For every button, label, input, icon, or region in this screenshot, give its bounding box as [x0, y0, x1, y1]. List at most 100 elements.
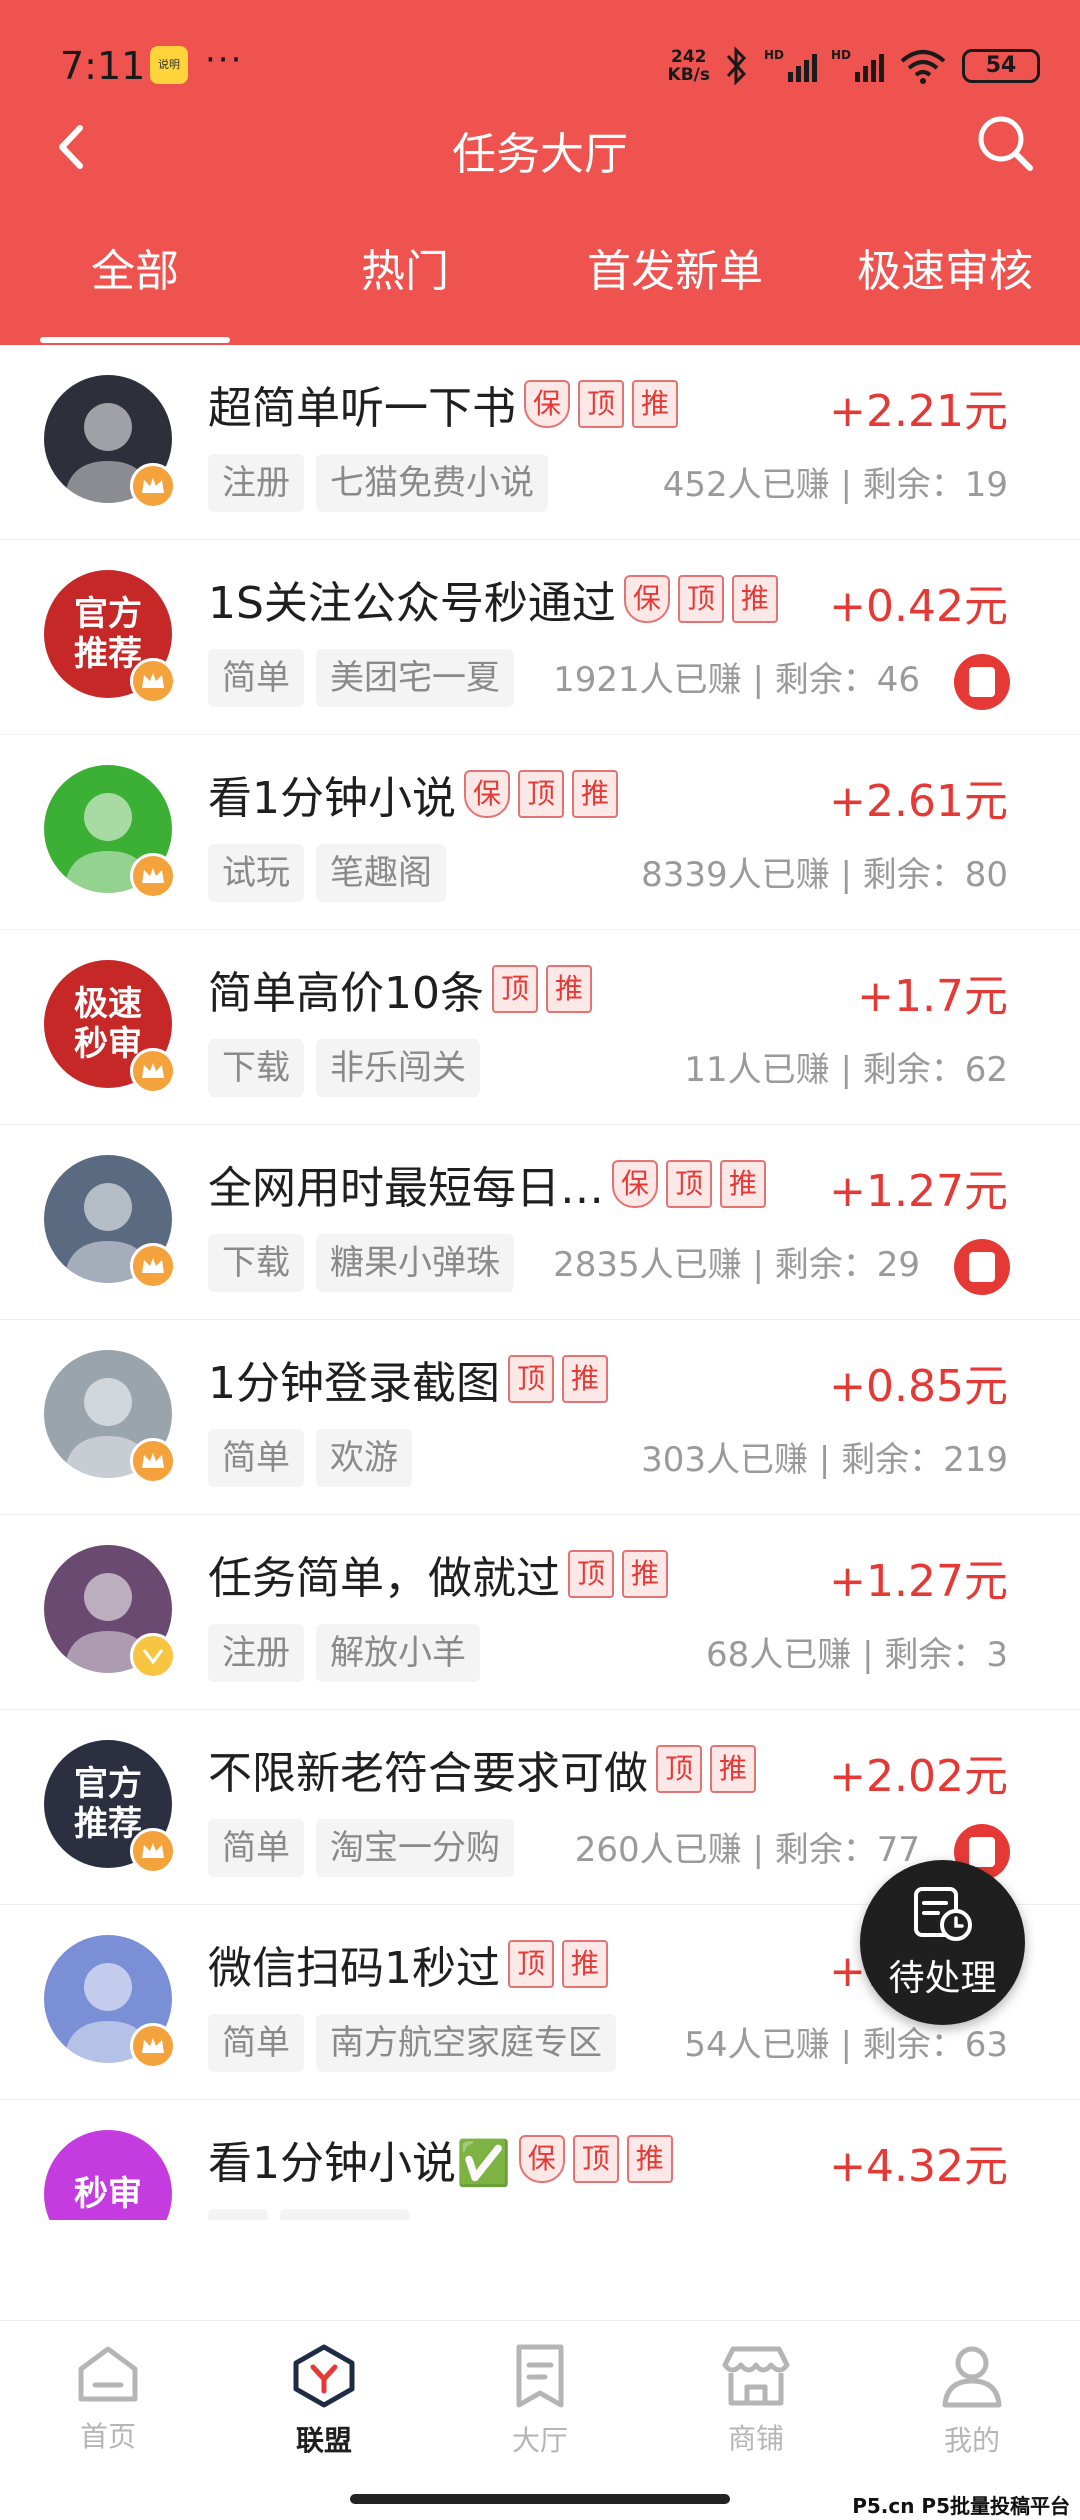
task-title: 不限新老符合要求可做 [208, 1748, 648, 1799]
task-tags [208, 2208, 422, 2220]
top-badge: 顶 [492, 965, 538, 1013]
recommend-badge: 推 [731, 575, 778, 623]
header: 7:11 说明 ··· 242 KB/s HD HD 54 任务大厅 全部 热门… [0, 0, 1080, 345]
avatar-text: 官方 推荐 [74, 594, 142, 674]
task-title-row: 看1分钟小说保顶推 [208, 763, 618, 825]
task-tags: 简单 欢游 [208, 1428, 424, 1488]
task-title: 超简单听一下书 [208, 383, 516, 434]
avatar: 秒审 [44, 2130, 172, 2220]
page-title: 任务大厅 [452, 129, 628, 180]
task-title-row: 1分钟登录截图顶推 [208, 1348, 608, 1410]
category-tabs: 全部 热门 首发新单 极速审核 [0, 225, 1080, 345]
network-speed: 242 KB/s [667, 47, 710, 85]
crown-icon [130, 658, 176, 704]
top-badge: 顶 [508, 1940, 554, 1988]
nav-home[interactable]: 首页 [0, 2321, 216, 2520]
task-item[interactable]: 极速 秒审 简单高价10条顶推 +1.7元 下载 非乐闯关 11人已赚 | 剩余：62 [0, 930, 1080, 1125]
task-tags: 简单 南方航空家庭专区 [208, 2013, 628, 2073]
red-packet-icon [954, 654, 1010, 710]
task-reward: +1.27元 [829, 1166, 1008, 1217]
task-reward: +1.27元 [829, 1556, 1008, 1607]
task-reward: +1.7元 [857, 971, 1008, 1022]
crown-icon [130, 853, 176, 899]
avatar-text: 官方 推荐 [74, 1764, 142, 1844]
task-stats: 1921人已赚 | 剩余：46 [553, 660, 920, 700]
top-badge: 顶 [518, 770, 564, 818]
recommend-badge: 推 [632, 380, 678, 428]
top-badge: 顶 [666, 1160, 712, 1208]
task-title: 1分钟登录截图 [208, 1358, 500, 1409]
top-badge: 顶 [572, 2135, 619, 2183]
crown-icon [130, 1048, 176, 1094]
nav-hall-label: 大厅 [511, 2424, 568, 2457]
task-tags: 试玩 笔趣阁 [208, 843, 458, 903]
task-tag: 美团宅一夏 [316, 649, 514, 707]
task-title: 看1分钟小说 [208, 773, 456, 824]
task-item[interactable]: 1分钟登录截图顶推 +0.85元 简单 欢游 303人已赚 | 剩余：219 [0, 1320, 1080, 1515]
crown-icon [130, 1828, 176, 1874]
pending-label: 待处理 [888, 1957, 997, 1999]
task-tags: 简单 美团宅一夏 [208, 648, 526, 708]
recommend-badge: 推 [562, 1355, 608, 1403]
task-item[interactable]: 秒审 看1分钟小说✅ 保顶推 +4.32元 [0, 2100, 1080, 2220]
task-title-row: 超简单听一下书保顶推 [208, 373, 678, 435]
top-badge: 顶 [677, 575, 724, 623]
home-indicator[interactable] [350, 2494, 730, 2504]
recommend-badge: 推 [546, 965, 592, 1013]
task-title-row: 1S关注公众号秒通过保顶推 [208, 568, 778, 630]
task-stats: 8339人已赚 | 剩余：80 [641, 855, 1008, 895]
task-reward: +0.42元 [829, 581, 1008, 632]
task-tag [208, 2209, 268, 2220]
task-item[interactable]: 全网用时最短每日… 保顶推 +1.27元 下载 糖果小弹珠 2835人已赚 | 剩余：29 [0, 1125, 1080, 1320]
wifi-icon [900, 50, 946, 84]
tab-all[interactable]: 全部 [0, 225, 270, 345]
task-tags: 注册 七猫免费小说 [208, 453, 560, 513]
title-bar: 任务大厅 [0, 90, 1080, 200]
watermark: P5.cn P5批量投稿平台 [852, 2494, 1070, 2518]
task-reward: +4.32元 [829, 2141, 1008, 2192]
task-tag: 淘宝一分购 [316, 1819, 514, 1877]
task-item[interactable]: 官方 推荐 1S关注公众号秒通过保顶推 +0.42元简单 美团宅一夏 1921人已赚 |… [0, 540, 1080, 735]
task-item[interactable]: 任务简单，做就过顶推 +1.27元 注册 解放小羊 68人已赚 | 剩余：3 [0, 1515, 1080, 1710]
pending-clock-icon [913, 1886, 972, 1941]
task-tags: 下载 非乐闯关 [208, 1038, 492, 1098]
avatar-text: 秒审 [74, 2174, 142, 2214]
task-title: 简单高价10条 [208, 968, 484, 1019]
task-tags: 下载 糖果小弹珠 [208, 1233, 526, 1293]
guarantee-badge: 保 [464, 770, 510, 818]
task-tag: 下载 [208, 1039, 304, 1097]
recommend-badge: 推 [720, 1160, 766, 1208]
task-item[interactable]: 超简单听一下书保顶推 +2.21元 注册 七猫免费小说 452人已赚 | 剩余：19 [0, 345, 1080, 540]
tab-fast-review[interactable]: 极速审核 [810, 225, 1080, 345]
crown-icon [130, 2023, 176, 2069]
nav-shop[interactable]: 商铺 [648, 2321, 864, 2520]
search-icon[interactable] [970, 108, 1040, 178]
nav-alliance[interactable]: 联盟 [216, 2321, 432, 2520]
task-tag: 南方航空家庭专区 [316, 2014, 616, 2072]
task-reward: +2.21元 [829, 386, 1008, 437]
task-item[interactable]: 看1分钟小说保顶推 +2.61元 试玩 笔趣阁 8339人已赚 | 剩余：80 [0, 735, 1080, 930]
task-reward: +0.85元 [829, 1361, 1008, 1412]
nav-hall[interactable]: 大厅 [432, 2321, 648, 2520]
task-tag: 笔趣阁 [316, 844, 446, 902]
red-packet-icon [954, 1239, 1010, 1295]
tab-new-orders[interactable]: 首发新单 [540, 225, 810, 345]
task-reward: +2.02元 [829, 1751, 1008, 1802]
status-time: 7:11 [60, 44, 146, 88]
alliance-icon [293, 2344, 355, 2408]
tab-hot[interactable]: 热门 [270, 225, 540, 345]
home-icon [78, 2346, 138, 2402]
task-title-row: 任务简单，做就过顶推 [208, 1543, 668, 1605]
task-title: 微信扫码1秒过 [208, 1943, 500, 1994]
nav-profile-label: 我的 [943, 2424, 1000, 2457]
task-tag: 非乐闯关 [316, 1039, 480, 1097]
pending-button[interactable]: 待处理 [860, 1860, 1025, 2025]
task-title: 看1分钟小说✅ [208, 2138, 511, 2189]
task-tags: 简单 淘宝一分购 [208, 1818, 526, 1878]
task-tag: 解放小羊 [316, 1624, 480, 1682]
profile-icon [942, 2346, 1002, 2408]
vip-badge-icon [130, 1633, 176, 1679]
task-tag: 简单 [208, 2014, 304, 2072]
shop-icon [722, 2346, 790, 2406]
task-tag: 注册 [208, 454, 304, 512]
